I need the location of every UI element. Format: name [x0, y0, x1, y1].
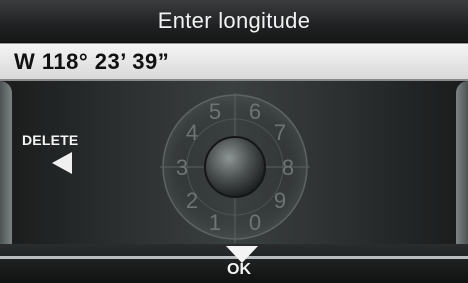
panel-right-edge	[456, 81, 468, 257]
dial-graphic: 5 6 4 7 3 8 2 9 1 0	[160, 93, 310, 243]
dial-knob	[204, 136, 266, 198]
dial-digit-8: 8	[282, 155, 294, 180]
delete-button[interactable]: DELETE	[22, 132, 102, 182]
delete-label: DELETE	[22, 132, 79, 148]
ok-label: OK	[227, 261, 251, 278]
longitude-value: W 118° 23’ 39”	[14, 48, 170, 74]
longitude-entry-screen: Enter longitude W 118° 23’ 39” DELETE 5 …	[0, 0, 468, 283]
dial-digit-7: 7	[274, 120, 286, 145]
left-triangle-icon	[52, 152, 72, 174]
dial-digit-1: 1	[209, 210, 221, 235]
panel-left-edge	[0, 81, 12, 257]
dial-digit-3: 3	[176, 155, 188, 180]
dial-digit-2: 2	[186, 188, 198, 213]
ok-button[interactable]: OK	[224, 246, 260, 282]
screen-title: Enter longitude	[157, 8, 311, 33]
digit-dial[interactable]: 5 6 4 7 3 8 2 9 1 0	[160, 88, 310, 246]
dial-digit-4: 4	[186, 120, 198, 145]
dial-digit-5: 5	[209, 99, 221, 124]
dial-digit-6: 6	[249, 99, 261, 124]
dial-digit-0: 0	[249, 210, 261, 235]
title-bar: Enter longitude	[0, 0, 468, 42]
longitude-entry-field: W 118° 23’ 39”	[0, 43, 468, 81]
dial-digit-9: 9	[274, 188, 286, 213]
